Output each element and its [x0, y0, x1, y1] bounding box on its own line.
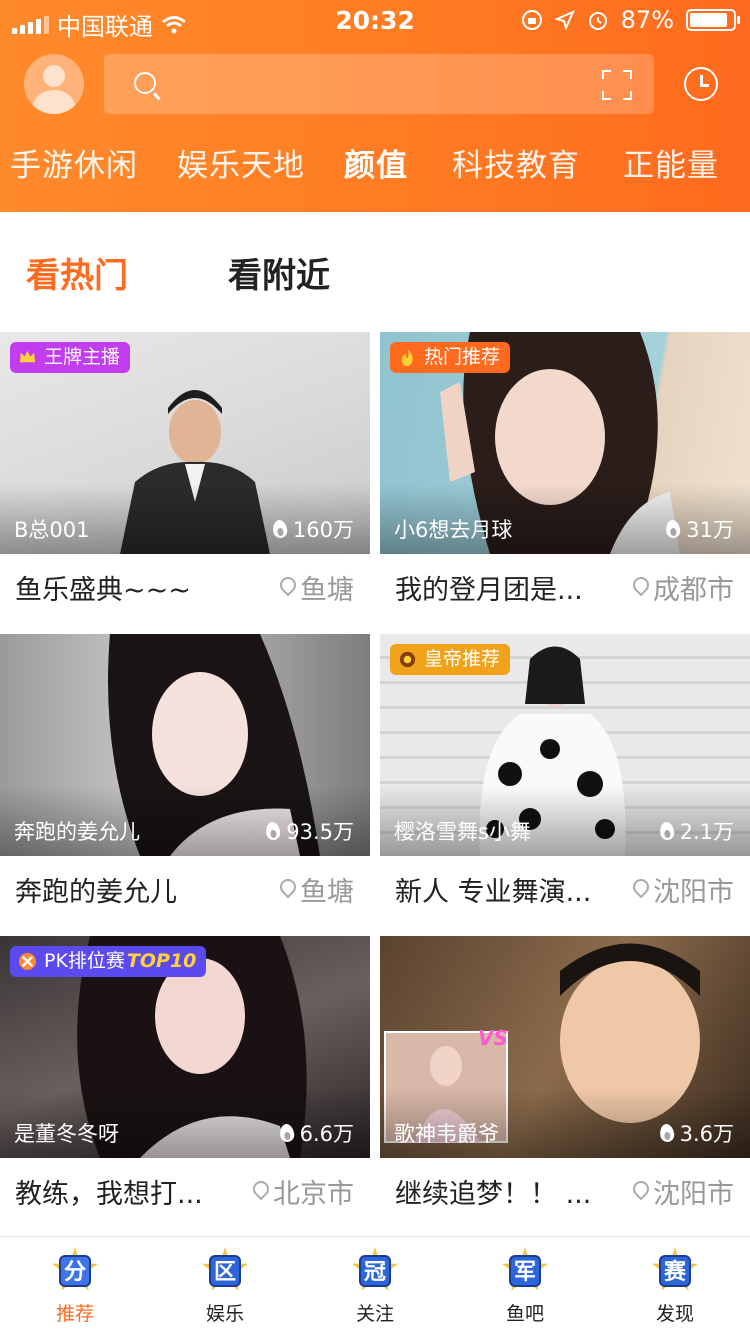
tab-nearby[interactable]: 看附近	[228, 248, 330, 297]
pk-rank-badge: PK排位赛 TOP10	[10, 946, 207, 977]
hot-recommend-badge: 热门推荐	[390, 342, 511, 373]
flame-icon	[401, 348, 413, 367]
stream-thumbnail[interactable]: 王牌主播 B总001 160万	[0, 332, 370, 554]
heat-count: 31万	[686, 518, 734, 542]
stream-title: 继续追梦！！ ...	[395, 1179, 592, 1210]
tab-category-tech-education[interactable]: 科技教育	[452, 140, 580, 185]
bottom-tab-bar: 分 推荐 区 娱乐 冠 关注 军 鱼吧 赛 发现	[0, 1236, 750, 1334]
flame-icon	[278, 1123, 295, 1143]
tabbar-item-follow[interactable]: 冠 关注	[300, 1247, 450, 1326]
heat-count: 93.5万	[286, 820, 354, 844]
search-icon	[134, 72, 156, 94]
stream-thumbnail[interactable]: 奔跑的姜允儿 93.5万	[0, 634, 370, 856]
heat-count: 2.1万	[679, 820, 734, 844]
search-bar[interactable]	[104, 54, 654, 114]
stream-thumbnail[interactable]: VS 歌神韦爵爷 3.6万	[380, 936, 750, 1158]
emblem-icon	[399, 651, 416, 668]
streamer-nickname: B总001	[14, 518, 90, 542]
battery-percent: 87%	[620, 6, 674, 34]
stream-location: 成都市	[653, 575, 734, 606]
stream-location: 沈阳市	[653, 1179, 734, 1210]
streamer-nickname: 小6想去月球	[394, 518, 513, 542]
location-pin-icon	[632, 1181, 649, 1202]
location-pin-icon	[279, 577, 296, 598]
scan-icon[interactable]	[602, 70, 632, 100]
tabbar-item-recommend[interactable]: 分 推荐	[0, 1247, 150, 1326]
tabbar-item-fish-bar[interactable]: 军 鱼吧	[450, 1247, 600, 1326]
location-pin-icon	[632, 879, 649, 900]
tabbar-item-discover[interactable]: 赛 发现	[600, 1247, 750, 1326]
vs-icon: VS	[478, 1026, 508, 1050]
streamer-nickname: 奔跑的姜允儿	[14, 820, 140, 844]
category-tabs: 手游休闲 娱乐天地 颜值 科技教育 正能量	[0, 140, 750, 184]
stream-thumbnail[interactable]: 热门推荐 小6想去月球 31万	[380, 332, 750, 554]
tab-category-beauty[interactable]: 颜值	[344, 140, 408, 185]
top-header: 中国联通 20:32 87% 手游休闲 娱乐天地 颜值 科技教育 正能量	[0, 0, 750, 212]
heat-count: 160万	[292, 518, 354, 542]
star-badge-icon: 军	[501, 1247, 549, 1295]
tabbar-item-entertainment[interactable]: 区 娱乐	[150, 1247, 300, 1326]
star-badge-icon: 区	[201, 1247, 249, 1295]
stream-card[interactable]: 王牌主播 B总001 160万 鱼乐盛典~~~ 鱼塘	[0, 332, 370, 634]
stream-card[interactable]: 皇帝推荐 樱洛雪舞s小舞 2.1万 新人 专业舞演... 沈阳市	[380, 634, 750, 936]
pk-swords-icon	[18, 952, 37, 971]
stream-title: 教练，我想打...	[15, 1179, 203, 1210]
stream-title: 奔跑的姜允儿	[15, 877, 177, 908]
stream-card[interactable]: PK排位赛 TOP10 是董冬冬呀 6.6万 教练，我想打... 北京市	[0, 936, 370, 1238]
avatar[interactable]	[24, 54, 84, 114]
tab-hot[interactable]: 看热门	[26, 248, 128, 297]
stream-location: 北京市	[273, 1179, 354, 1210]
stream-title: 新人 专业舞演...	[395, 877, 592, 908]
streamer-nickname: 是董冬冬呀	[14, 1122, 119, 1146]
history-clock-icon[interactable]	[684, 67, 718, 101]
tab-category-positive-energy[interactable]: 正能量	[623, 140, 719, 185]
location-arrow-icon	[554, 10, 575, 30]
anchor-badge: 王牌主播	[10, 342, 131, 373]
location-pin-icon	[279, 879, 296, 900]
stream-title: 鱼乐盛典~~~	[15, 575, 191, 606]
stream-card[interactable]: VS 歌神韦爵爷 3.6万 继续追梦！！ ... 沈阳市	[380, 936, 750, 1238]
crown-icon	[19, 350, 36, 363]
search-input[interactable]	[174, 64, 574, 104]
location-pin-icon	[632, 577, 649, 598]
star-badge-icon: 赛	[651, 1247, 699, 1295]
streamer-nickname: 歌神韦爵爷	[394, 1122, 499, 1146]
battery-icon	[686, 9, 740, 31]
star-badge-icon: 分	[51, 1247, 99, 1295]
flame-icon	[265, 821, 282, 841]
tab-category-entertainment[interactable]: 娱乐天地	[177, 140, 305, 185]
flame-icon	[658, 821, 675, 841]
stream-thumbnail[interactable]: 皇帝推荐 樱洛雪舞s小舞 2.1万	[380, 634, 750, 856]
stream-location: 鱼塘	[300, 877, 354, 908]
streamer-nickname: 樱洛雪舞s小舞	[394, 820, 531, 844]
stream-thumbnail[interactable]: PK排位赛 TOP10 是董冬冬呀 6.6万	[0, 936, 370, 1158]
flame-icon	[665, 519, 682, 539]
rotation-lock-icon	[521, 10, 542, 30]
stream-location: 鱼塘	[300, 575, 354, 606]
stream-card[interactable]: 热门推荐 小6想去月球 31万 我的登月团是... 成都市	[380, 332, 750, 634]
stream-title: 我的登月团是...	[395, 575, 583, 606]
alarm-icon	[588, 12, 607, 30]
flame-icon	[271, 519, 289, 539]
emperor-recommend-badge: 皇帝推荐	[390, 644, 511, 675]
tab-category-mobile-games[interactable]: 手游休闲	[10, 140, 138, 185]
star-badge-icon: 冠	[351, 1247, 399, 1295]
stream-location: 沈阳市	[653, 877, 734, 908]
stream-card[interactable]: 奔跑的姜允儿 93.5万 奔跑的姜允儿 鱼塘	[0, 634, 370, 936]
flame-icon	[658, 1123, 675, 1143]
location-pin-icon	[252, 1181, 269, 1202]
sub-tabs: 看热门 看附近	[0, 212, 750, 332]
status-bar: 中国联通 20:32 87%	[0, 0, 750, 42]
heat-count: 6.6万	[299, 1122, 354, 1146]
heat-count: 3.6万	[679, 1122, 734, 1146]
